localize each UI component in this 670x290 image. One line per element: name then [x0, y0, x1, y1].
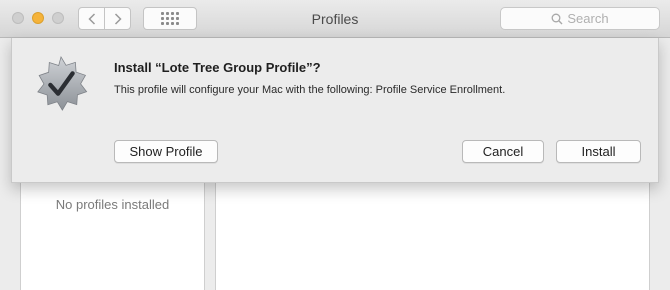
dialog-title: Install “Lote Tree Group Profile”? — [114, 60, 321, 75]
cancel-button[interactable]: Cancel — [462, 140, 544, 163]
search-icon — [551, 13, 563, 24]
empty-state-text: No profiles installed — [55, 197, 170, 212]
install-button[interactable]: Install — [556, 140, 641, 163]
show-profile-button[interactable]: Show Profile — [114, 140, 218, 163]
search-field[interactable]: Search — [500, 7, 660, 30]
search-placeholder: Search — [567, 11, 609, 26]
install-profile-sheet: Install “Lote Tree Group Profile”? This … — [11, 38, 659, 183]
dialog-message: This profile will configure your Mac wit… — [114, 84, 506, 96]
checkmark-badge-icon — [37, 55, 88, 111]
title-bar: Profiles Search — [0, 0, 670, 38]
